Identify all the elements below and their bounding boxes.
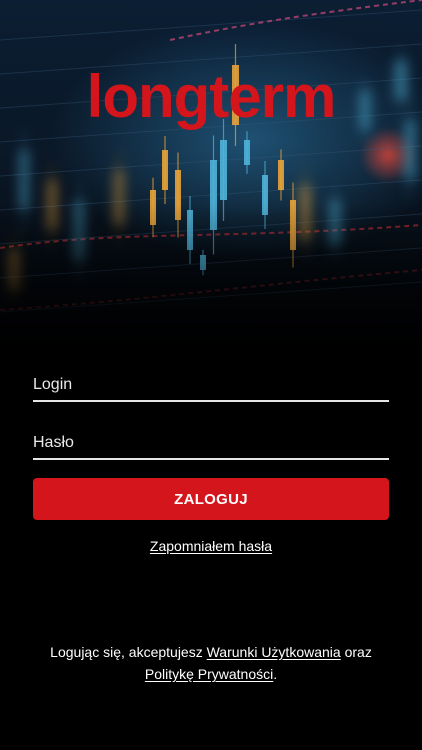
terms-of-use-link[interactable]: Warunki Użytkowania <box>207 644 341 660</box>
candlestick-chart-icon <box>0 0 422 370</box>
login-button[interactable]: ZALOGUJ <box>33 478 389 520</box>
legal-suffix: . <box>273 666 278 682</box>
app-logo: longterm <box>86 63 337 130</box>
password-field-wrapper <box>33 418 389 460</box>
legal-middle: oraz <box>340 644 372 660</box>
login-input[interactable] <box>33 360 389 400</box>
legal-prefix: Logując się, akceptujesz <box>50 644 207 660</box>
privacy-policy-link[interactable]: Politykę Prywatności <box>145 666 273 682</box>
password-input[interactable] <box>33 418 389 458</box>
forgot-password-link[interactable]: Zapomniałem hasła <box>0 538 422 554</box>
login-field-wrapper <box>33 360 389 402</box>
hero-background: longterm <box>0 0 422 370</box>
login-screen: longterm ZALOGUJ Zapomniałem hasła Loguj… <box>0 0 422 750</box>
legal-notice: Logując się, akceptujesz Warunki Użytkow… <box>20 641 402 685</box>
